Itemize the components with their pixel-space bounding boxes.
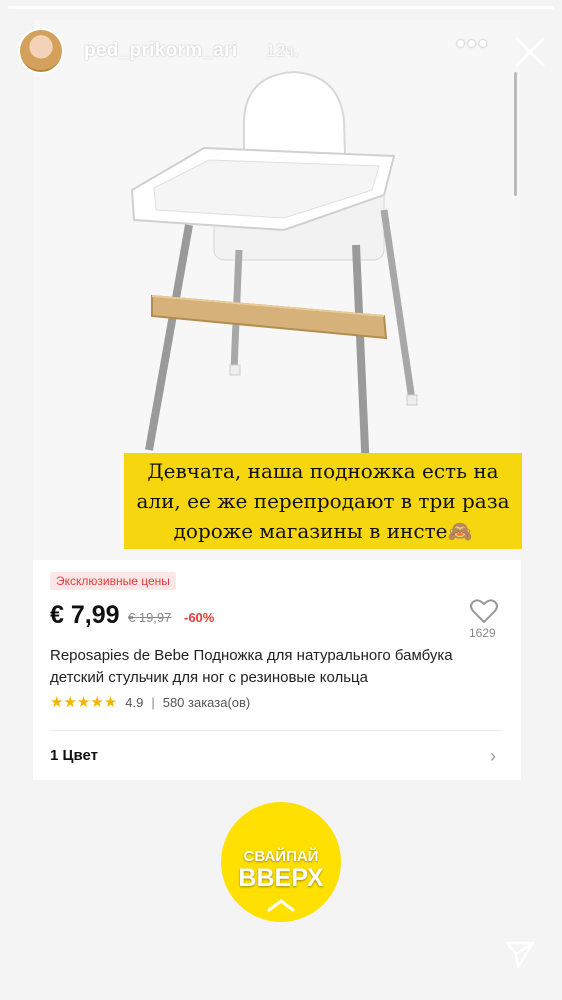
swipe-up-sticker[interactable]: СВАЙПАЙ ВВЕРХ (221, 802, 341, 922)
more-horizontal-icon[interactable]: ••• (456, 30, 489, 56)
story-progress-bar (8, 6, 554, 9)
story-time: 12ч. (266, 41, 299, 60)
scrollbar (514, 72, 517, 196)
color-option[interactable]: 1 Цвет (50, 747, 98, 764)
avatar[interactable] (18, 28, 64, 74)
likes-count: 1629 (469, 626, 496, 640)
product-discount: -60% (184, 610, 215, 625)
story-view: ped_prikorm_ari 12ч. ••• Девчата, наша п… (0, 0, 562, 1000)
close-icon[interactable] (512, 34, 548, 70)
rating-row: ★★★★★ 4.9 | 580 заказа(ов) (50, 693, 250, 711)
orders-count: 580 заказа(ов) (162, 694, 251, 710)
send-icon[interactable] (504, 938, 536, 970)
swipe-up-line1: СВАЙПАЙ (243, 848, 319, 865)
heart-icon[interactable] (470, 598, 498, 624)
swipe-up-line2: ВВЕРХ (238, 864, 324, 892)
story-username[interactable]: ped_prikorm_ari (84, 40, 237, 62)
divider (50, 730, 502, 731)
product-old-price: € 19,97 (128, 610, 172, 625)
separator: | (151, 694, 155, 710)
chevron-right-icon[interactable]: › (490, 746, 496, 767)
exclusive-price-badge: Эксклюзивные цены (50, 572, 176, 590)
chevron-up-icon (267, 899, 295, 912)
rating-stars-icon: ★★★★★ (50, 694, 118, 711)
product-title: Reposapies de Bebe Подножка для натураль… (50, 647, 453, 686)
product-price: € 7,99 (50, 601, 120, 629)
story-caption: Девчата, наша подножка есть на али, ее ж… (124, 453, 522, 549)
rating-value: 4.9 (125, 694, 144, 710)
